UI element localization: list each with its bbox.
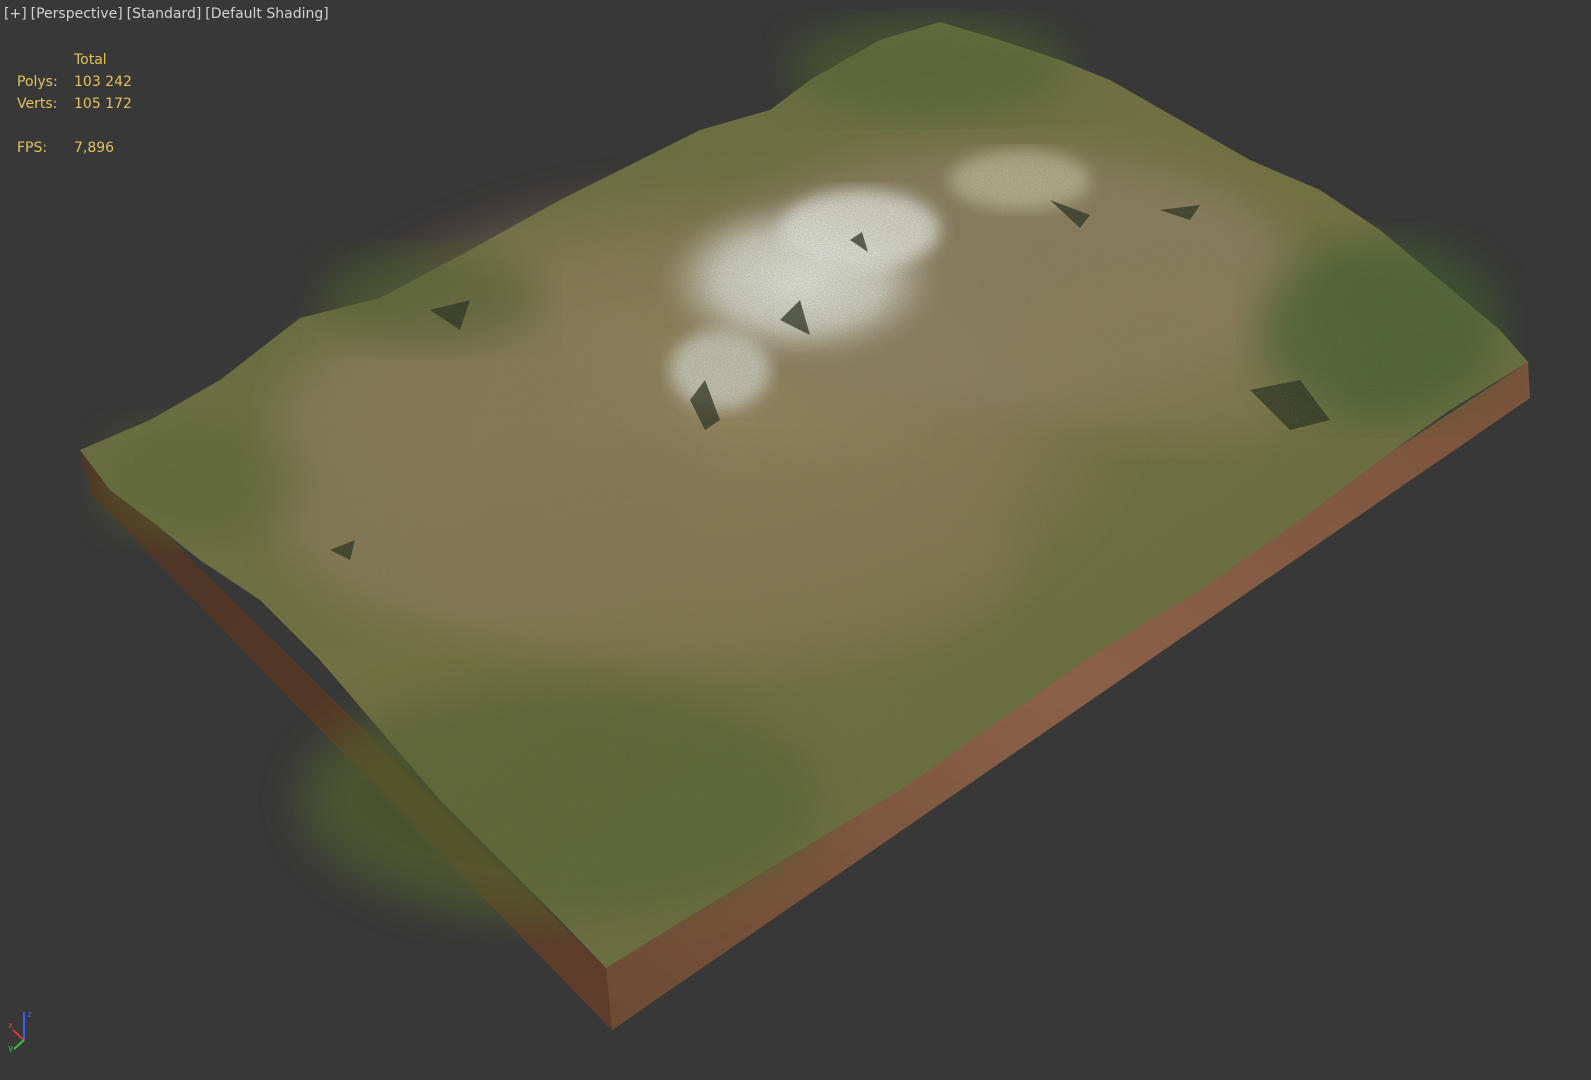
viewport-perspective[interactable]: [+] [Perspective] [Standard] [Default Sh… — [0, 0, 1591, 1080]
axis-gizmo-icon: z x y — [8, 1010, 32, 1052]
terrain-texture-noise — [80, 22, 1528, 968]
gizmo-axis-z: z — [27, 1010, 32, 1020]
terrain-model[interactable] — [0, 0, 1591, 1080]
gizmo-axis-x: x — [8, 1021, 14, 1031]
gizmo-axis-y: y — [8, 1044, 14, 1052]
